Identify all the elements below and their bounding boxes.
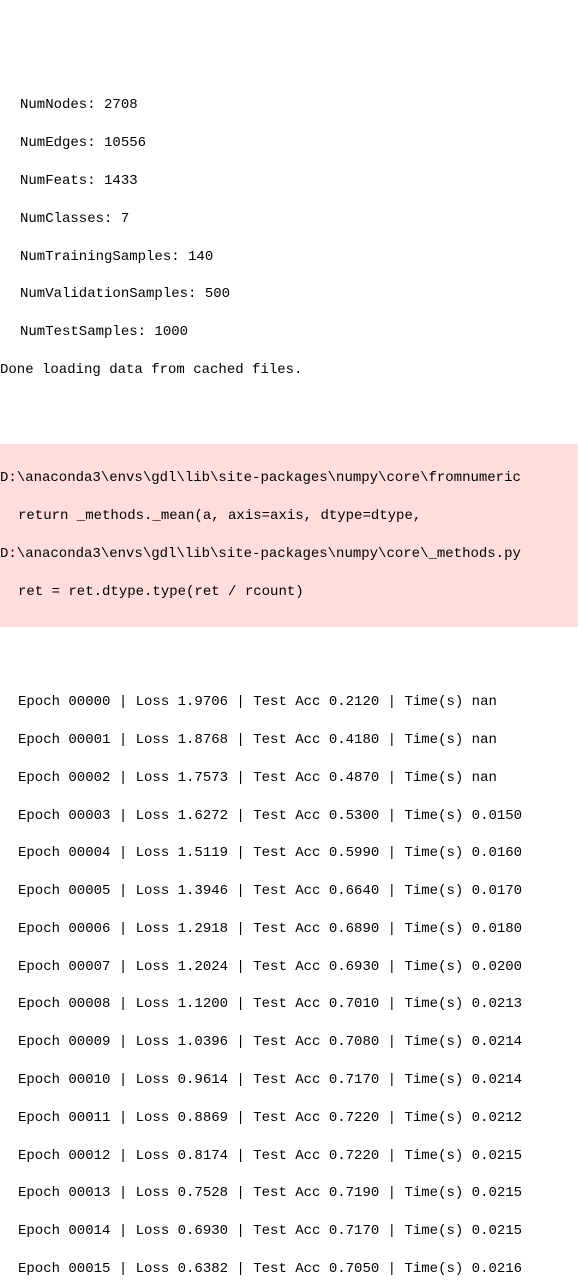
epoch-line: Epoch 00001 | Loss 1.8768 | Test Acc 0.4…	[18, 731, 578, 750]
epoch-line: Epoch 00005 | Loss 1.3946 | Test Acc 0.6…	[18, 882, 578, 901]
epoch-line: Epoch 00003 | Loss 1.6272 | Test Acc 0.5…	[18, 807, 578, 826]
warning-code-1: return _methods._mean(a, axis=axis, dtyp…	[0, 507, 578, 526]
info-numfeats: NumFeats: 1433	[0, 172, 578, 191]
info-numnodes: NumNodes: 2708	[0, 96, 578, 115]
epoch-line: Epoch 00012 | Loss 0.8174 | Test Acc 0.7…	[18, 1147, 578, 1166]
info-numedges: NumEdges: 10556	[0, 134, 578, 153]
info-numtrainingsamples: NumTrainingSamples: 140	[0, 248, 578, 267]
warning-path-2: D:\anaconda3\envs\gdl\lib\site-packages\…	[0, 545, 578, 564]
epoch-line: Epoch 00009 | Loss 1.0396 | Test Acc 0.7…	[18, 1033, 578, 1052]
epoch-line: Epoch 00010 | Loss 0.9614 | Test Acc 0.7…	[18, 1071, 578, 1090]
epoch-line: Epoch 00015 | Loss 0.6382 | Test Acc 0.7…	[18, 1260, 578, 1279]
epoch-line: Epoch 00011 | Loss 0.8869 | Test Acc 0.7…	[18, 1109, 578, 1128]
epoch-line: Epoch 00004 | Loss 1.5119 | Test Acc 0.5…	[18, 844, 578, 863]
training-log-block: Epoch 00000 | Loss 1.9706 | Test Acc 0.2…	[0, 674, 578, 1286]
epoch-line: Epoch 00013 | Loss 0.7528 | Test Acc 0.7…	[18, 1184, 578, 1203]
info-done-loading: Done loading data from cached files.	[0, 361, 578, 380]
warning-path-1: D:\anaconda3\envs\gdl\lib\site-packages\…	[0, 469, 578, 488]
epoch-line: Epoch 00002 | Loss 1.7573 | Test Acc 0.4…	[18, 769, 578, 788]
warning-code-2: ret = ret.dtype.type(ret / rcount)	[0, 583, 578, 602]
info-numclasses: NumClasses: 7	[0, 210, 578, 229]
epoch-line: Epoch 00008 | Loss 1.1200 | Test Acc 0.7…	[18, 995, 578, 1014]
warning-block: D:\anaconda3\envs\gdl\lib\site-packages\…	[0, 444, 578, 626]
epoch-line: Epoch 00007 | Loss 1.2024 | Test Acc 0.6…	[18, 958, 578, 977]
info-numvalidationsamples: NumValidationSamples: 500	[0, 285, 578, 304]
epoch-line: Epoch 00000 | Loss 1.9706 | Test Acc 0.2…	[18, 693, 578, 712]
epoch-line: Epoch 00006 | Loss 1.2918 | Test Acc 0.6…	[18, 920, 578, 939]
epoch-line: Epoch 00014 | Loss 0.6930 | Test Acc 0.7…	[18, 1222, 578, 1241]
info-numtestsamples: NumTestSamples: 1000	[0, 323, 578, 342]
dataset-info-block: NumNodes: 2708 NumEdges: 10556 NumFeats:…	[0, 76, 578, 403]
